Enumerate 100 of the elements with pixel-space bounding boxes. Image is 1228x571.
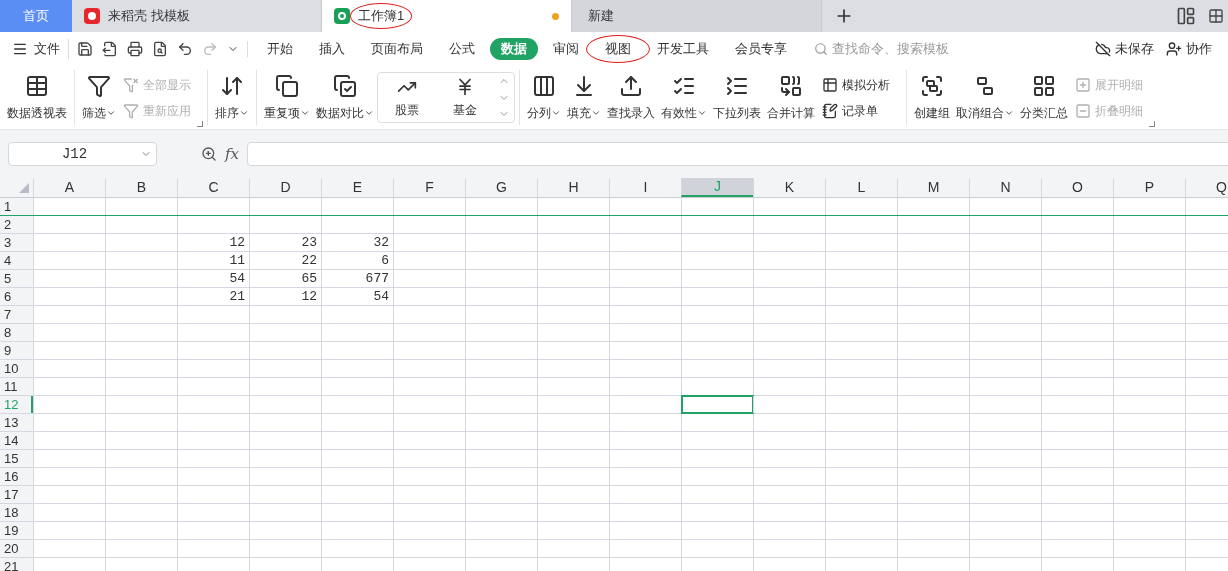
column-header[interactable]: E — [321, 178, 393, 197]
menu-tab[interactable]: 会员专享 — [724, 38, 798, 60]
row-header[interactable]: 9 — [0, 342, 33, 359]
save-status-button[interactable]: 未保存 — [1095, 39, 1154, 59]
menu-tab[interactable]: 视图 — [594, 38, 642, 60]
column-header[interactable]: K — [753, 178, 825, 197]
menu-tab[interactable]: 插入 — [308, 38, 356, 60]
file-menu-button[interactable]: 文件 — [12, 39, 69, 59]
ribbon-button[interactable]: 取消组合 — [953, 66, 1017, 129]
ribbon-button[interactable]: 筛选 — [79, 66, 119, 129]
table-cell: 54 — [229, 271, 245, 286]
row-header[interactable]: 19 — [0, 522, 33, 539]
window-icon[interactable] — [1176, 6, 1196, 26]
export-icon[interactable] — [102, 41, 118, 57]
table-cell: 23 — [301, 235, 317, 250]
column-header[interactable]: P — [1113, 178, 1185, 197]
column-header[interactable]: F — [393, 178, 465, 197]
zoom-icon[interactable] — [201, 146, 217, 162]
grid-icon — [1032, 73, 1056, 98]
column-header[interactable]: L — [825, 178, 897, 197]
row-header[interactable]: 7 — [0, 306, 33, 323]
menu-tab[interactable]: 开发工具 — [646, 38, 720, 60]
table-cell: 65 — [301, 271, 317, 286]
undo-icon[interactable] — [177, 41, 193, 57]
column-header[interactable]: O — [1041, 178, 1113, 197]
column-header[interactable]: D — [249, 178, 321, 197]
notebook-icon — [822, 102, 838, 119]
ribbon-button[interactable]: 合并计算 — [764, 66, 818, 129]
ribbon-button[interactable]: 数据对比 — [313, 66, 377, 129]
apps-icon[interactable] — [1208, 8, 1224, 24]
menu-tab[interactable]: 公式 — [438, 38, 486, 60]
document-tab[interactable]: 工作簿1 — [322, 0, 572, 32]
row-header[interactable]: 6 — [0, 288, 33, 305]
ribbon-button[interactable]: 填充 — [564, 66, 604, 129]
table-icon — [25, 73, 49, 98]
save-icon[interactable] — [77, 41, 93, 57]
print-icon[interactable] — [127, 41, 143, 57]
table-cell: 677 — [365, 271, 389, 286]
row-header[interactable]: 15 — [0, 450, 33, 467]
expand-icon — [1075, 76, 1091, 93]
row-header[interactable]: 11 — [0, 378, 33, 395]
column-header[interactable]: N — [969, 178, 1041, 197]
table-cell: 6 — [381, 253, 389, 268]
row-header[interactable]: 20 — [0, 540, 33, 557]
menu-tab[interactable]: 页面布局 — [360, 38, 434, 60]
column-header[interactable]: C — [177, 178, 249, 197]
ribbon-small-button[interactable]: 模拟分析 — [822, 75, 890, 94]
compare-icon — [333, 73, 357, 98]
row-header[interactable]: 21 — [0, 558, 33, 571]
ribbon-small-button[interactable]: 记录单 — [822, 101, 890, 120]
dialog-launcher-icon[interactable] — [1149, 121, 1155, 127]
column-header[interactable]: M — [897, 178, 969, 197]
ribbon-button[interactable]: 分类汇总 — [1017, 66, 1071, 129]
row-header[interactable]: 13 — [0, 414, 33, 431]
row-header[interactable]: 16 — [0, 468, 33, 485]
column-header[interactable]: G — [465, 178, 537, 197]
dialog-launcher-icon[interactable] — [197, 121, 203, 127]
row-header[interactable]: 5 — [0, 270, 33, 287]
row-header[interactable]: 8 — [0, 324, 33, 341]
menu-icon — [12, 41, 28, 57]
table-cell: 11 — [229, 253, 245, 268]
menu-tab[interactable]: 开始 — [256, 38, 304, 60]
collaborate-button[interactable]: 协作 — [1166, 39, 1216, 59]
menu-tab[interactable]: 审阅 — [542, 38, 590, 60]
preview-icon[interactable] — [152, 41, 168, 57]
gallery-item[interactable]: 基金 — [436, 76, 494, 119]
function-icon[interactable]: fx — [225, 142, 239, 166]
row-header[interactable]: 3 — [0, 234, 33, 251]
row-header[interactable]: 2 — [0, 216, 33, 233]
gallery-item[interactable]: 股票 — [378, 76, 436, 119]
formula-field[interactable] — [247, 142, 1228, 166]
table-cell: 22 — [301, 253, 317, 268]
row-header[interactable]: 1 — [0, 198, 33, 215]
docer-logo-icon — [84, 8, 100, 24]
row-header[interactable]: 10 — [0, 360, 33, 377]
ribbon-button[interactable]: 下拉列表 — [710, 66, 764, 129]
column-header[interactable]: A — [33, 178, 105, 197]
column-header[interactable]: B — [105, 178, 177, 197]
row-header[interactable]: 18 — [0, 504, 33, 521]
ribbon-button[interactable]: 创建组 — [911, 66, 953, 129]
row-header[interactable]: 14 — [0, 432, 33, 449]
column-header[interactable]: Q — [1185, 178, 1228, 197]
row-header[interactable]: 17 — [0, 486, 33, 503]
cloud-icon — [1095, 41, 1111, 57]
row-header[interactable]: 4 — [0, 252, 33, 269]
ribbon-button[interactable]: 重复项 — [261, 66, 313, 129]
add-user-icon — [1166, 41, 1182, 57]
columns-icon — [532, 73, 556, 98]
ribbon-button[interactable]: 有效性 — [658, 66, 710, 129]
ribbon-button[interactable]: 排序 — [212, 66, 252, 129]
ribbon-button[interactable]: 数据透视表 — [4, 66, 70, 129]
filter-icon — [87, 73, 111, 98]
ribbon-button[interactable]: 查找录入 — [604, 66, 658, 129]
document-tab[interactable]: 新建 — [572, 0, 822, 32]
collapse-icon — [1075, 102, 1091, 119]
name-box[interactable]: J12 — [8, 142, 157, 166]
ribbon-button[interactable]: 分列 — [524, 66, 564, 129]
search-icon — [814, 42, 828, 56]
column-header[interactable]: H — [537, 178, 609, 197]
filter-icon — [123, 76, 139, 93]
